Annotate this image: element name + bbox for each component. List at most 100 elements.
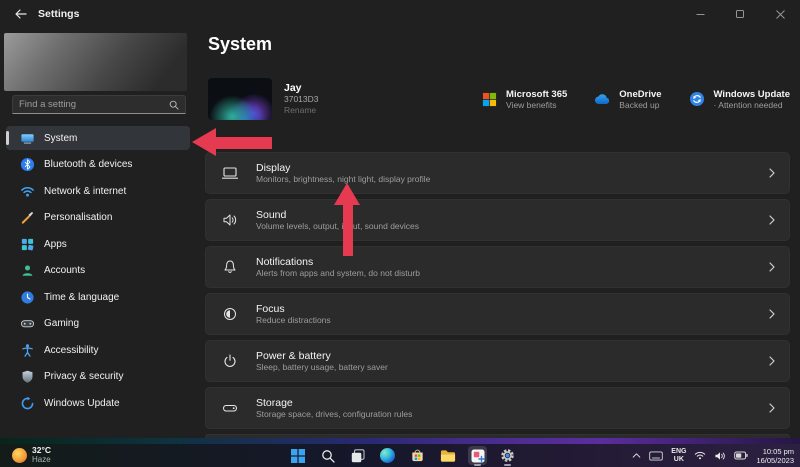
minimize-button[interactable] [680,0,720,28]
close-button[interactable] [760,0,800,28]
close-icon [776,10,785,19]
user-profile-blurred[interactable] [4,33,187,91]
snipping-app-icon [471,449,485,463]
search-box[interactable] [12,95,186,114]
tray-battery-icon[interactable] [734,451,748,460]
windows-logo-icon [291,449,305,463]
folder-icon [440,449,456,463]
settings-app-button[interactable] [498,446,517,465]
settings-row-sound[interactable]: Sound Volume levels, output, input, soun… [205,199,790,241]
taskbar: 32°C Haze [0,444,800,467]
minimize-icon [696,10,705,19]
language-indicator[interactable]: ENG UK [671,448,686,463]
shield-icon [19,369,35,385]
file-explorer-button[interactable] [438,446,457,465]
snipping-app-button[interactable] [468,446,487,465]
app-title: Settings [38,8,79,20]
sidebar-item-system[interactable]: System [6,126,190,150]
taskbar-search-button[interactable] [318,446,337,465]
chevron-right-icon [769,262,775,272]
sidebar-item-accounts[interactable]: Accounts [6,259,190,283]
sidebar-item-gaming[interactable]: Gaming [6,312,190,336]
onedrive-badge[interactable]: OneDrive Backed up [593,89,661,110]
search-input[interactable] [19,99,169,110]
microsoft-logo-icon [480,90,498,108]
row-subtitle: Storage space, drives, configuration rul… [256,409,412,420]
device-name: Jay [284,83,319,94]
chevron-right-icon [769,403,775,413]
taskbar-icons [288,444,517,467]
update-icon [19,395,35,411]
search-icon [321,449,335,463]
back-button[interactable] [12,5,30,23]
tray-chevron-up-icon[interactable] [632,453,641,458]
sidebar-item-privacy-security[interactable]: Privacy & security [6,365,190,389]
tray-volume-icon[interactable] [714,451,726,461]
tray-wifi-icon[interactable] [694,451,706,460]
power-icon [220,351,240,371]
edge-icon [380,448,395,463]
window-controls [680,0,800,28]
chevron-right-icon [769,215,775,225]
row-subtitle: Monitors, brightness, night light, displ… [256,174,430,185]
sidebar-item-personalisation[interactable]: Personalisation [6,206,190,230]
windows-update-icon [688,90,706,108]
settings-window: Settings [0,0,800,438]
weather-haze-icon [12,448,27,463]
wifi-icon [19,183,35,199]
sidebar: System Bluetooth & devices [0,28,200,438]
sidebar-item-bluetooth-devices[interactable]: Bluetooth & devices [6,153,190,177]
row-title: Focus [256,303,331,315]
device-model: 37013D3 [284,94,319,105]
row-title: Sound [256,209,419,221]
sidebar-item-label: Accounts [44,265,85,276]
windows-update-badge[interactable]: Windows Update · Attention needed [688,89,790,110]
device-wallpaper-thumbnail [208,78,272,120]
settings-row-storage[interactable]: Storage Storage space, drives, configura… [205,387,790,429]
tray-touch-keyboard-icon[interactable] [649,451,663,461]
weather-temperature: 32°C [32,446,51,455]
search-icon [169,100,179,110]
sidebar-item-time-language[interactable]: Time & language [6,285,190,309]
storage-drive-icon [220,398,240,418]
sidebar-item-label: Apps [44,239,67,250]
chevron-right-icon [769,356,775,366]
settings-row-notifications[interactable]: Notifications Alerts from apps and syste… [205,246,790,288]
focus-icon [220,304,240,324]
start-button[interactable] [288,446,307,465]
weather-widget[interactable]: 32°C Haze [12,446,51,464]
sidebar-item-windows-update[interactable]: Windows Update [6,391,190,415]
tray-time: 10:05 pm [756,447,794,456]
device-info: Jay 37013D3 Rename [284,83,319,116]
row-subtitle: Sleep, battery usage, battery saver [256,362,388,373]
sidebar-item-accessibility[interactable]: Accessibility [6,338,190,362]
sidebar-item-apps[interactable]: Apps [6,232,190,256]
language-code: ENG [671,448,686,456]
row-title: Notifications [256,256,420,268]
task-view-icon [351,449,365,463]
edge-browser-button[interactable] [378,446,397,465]
display-icon [220,163,240,183]
microsoft-store-button[interactable] [408,446,427,465]
bluetooth-icon [19,157,35,173]
device-header: Jay 37013D3 Rename [208,74,790,124]
settings-row-display[interactable]: Display Monitors, brightness, night ligh… [205,152,790,194]
settings-row-focus[interactable]: Focus Reduce distractions [205,293,790,335]
badge-title: OneDrive [619,89,661,100]
row-subtitle: Alerts from apps and system, do not dist… [256,268,420,279]
microsoft-365-badge[interactable]: Microsoft 365 View benefits [480,89,567,110]
clock-icon [19,289,35,305]
badge-subtitle: · Attention needed [714,100,790,110]
sidebar-item-label: Bluetooth & devices [44,159,132,170]
badge-title: Windows Update [714,89,790,100]
sidebar-item-network-internet[interactable]: Network & internet [6,179,190,203]
settings-row-power-battery[interactable]: Power & battery Sleep, battery usage, ba… [205,340,790,382]
back-arrow-icon [15,9,27,19]
clock-widget[interactable]: 10:05 pm 16/05/2023 [756,447,794,465]
chevron-right-icon [769,168,775,178]
weather-condition: Haze [32,455,51,464]
task-view-button[interactable] [348,446,367,465]
rename-link[interactable]: Rename [284,105,319,116]
maximize-button[interactable] [720,0,760,28]
badge-title: Microsoft 365 [506,89,567,100]
